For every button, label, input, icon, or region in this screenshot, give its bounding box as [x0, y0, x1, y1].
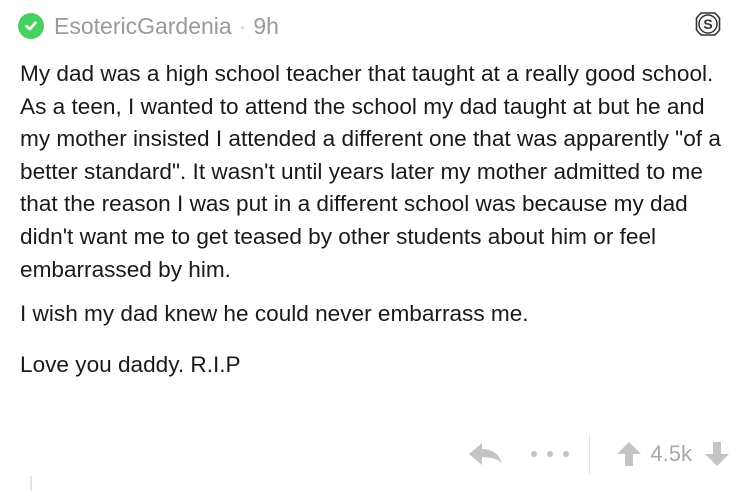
- downvote-arrow-icon[interactable]: [704, 440, 730, 468]
- comment-actions: 4.5k: [467, 434, 730, 474]
- badge-letter: S: [703, 16, 712, 32]
- comment-body: My dad was a high school teacher that ta…: [20, 58, 735, 381]
- reply-arrow-icon[interactable]: [467, 440, 505, 468]
- comment-timestamp: 9h: [253, 12, 279, 39]
- check-circle-icon: [18, 13, 44, 39]
- comment-paragraph: Love you daddy. R.I.P: [20, 351, 241, 377]
- thread-line[interactable]: [30, 476, 32, 491]
- more-dots-icon[interactable]: [531, 449, 570, 459]
- comment-paragraph: I wish my dad knew he could never embarr…: [20, 301, 529, 327]
- comment-paragraph: My dad was a high school teacher that ta…: [20, 61, 721, 282]
- author-username[interactable]: EsotericGardenia: [54, 13, 232, 40]
- upvote-arrow-icon[interactable]: [616, 440, 642, 468]
- dot: [531, 451, 538, 457]
- comment-header: EsotericGardenia · 9h: [18, 8, 279, 44]
- divider: [589, 434, 591, 474]
- dot: [563, 451, 570, 457]
- meta-separator: ·: [238, 12, 247, 39]
- dot: [547, 451, 554, 457]
- vote-score: 4.5k: [650, 441, 692, 466]
- award-badge-icon[interactable]: S: [694, 10, 722, 38]
